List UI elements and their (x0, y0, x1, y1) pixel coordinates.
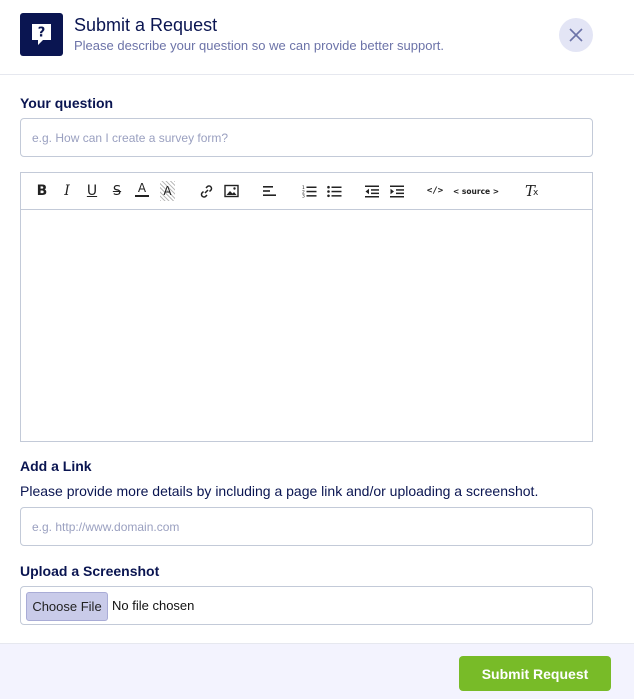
link-input[interactable] (20, 507, 593, 546)
strikethrough-icon: S (112, 183, 122, 199)
code-button[interactable]: </> (426, 181, 444, 201)
question-bubble-icon: ? (20, 13, 63, 56)
link-hint: Please provide more details by including… (20, 483, 539, 499)
italic-icon: I (64, 183, 70, 199)
indent-button[interactable] (389, 181, 405, 201)
modal-title: Submit a Request (74, 15, 218, 35)
unordered-list-icon (326, 185, 341, 197)
link-label: Add a Link (20, 458, 92, 474)
rich-text-editor: B I U S A A 1 2 3 </> < source > T x (20, 172, 593, 442)
bold-icon: B (36, 183, 48, 199)
highlight-button[interactable]: A (160, 181, 175, 201)
underline-button[interactable]: U (84, 181, 100, 201)
italic-button[interactable]: I (60, 181, 74, 201)
font-color-icon: A (137, 181, 147, 195)
unordered-list-button[interactable] (326, 181, 342, 201)
strikethrough-button[interactable]: S (110, 181, 124, 201)
clear-format-icon: Tx (524, 182, 539, 200)
svg-text:?: ? (38, 26, 46, 41)
modal-header: ? Submit a Request Please describe your … (0, 0, 634, 75)
bold-button[interactable]: B (35, 181, 49, 201)
modal-subtitle: Please describe your question so we can … (74, 38, 444, 53)
question-label: Your question (20, 95, 114, 111)
close-icon (569, 28, 583, 42)
outdent-icon (364, 185, 379, 197)
question-input[interactable] (20, 118, 593, 157)
file-upload-field: Choose File No file chosen (20, 586, 593, 625)
image-icon (223, 184, 239, 198)
source-icon: < source > (453, 186, 499, 196)
align-button[interactable] (262, 181, 278, 201)
ordered-list-button[interactable]: 1 2 3 (301, 181, 317, 201)
align-left-icon (263, 186, 276, 196)
highlight-icon: A (163, 184, 172, 198)
editor-toolbar: B I U S A A 1 2 3 </> < source > T x (21, 173, 592, 210)
file-status: No file chosen (112, 598, 195, 613)
code-icon: </> (426, 186, 444, 196)
outdent-button[interactable] (364, 181, 380, 201)
svg-text:3: 3 (302, 193, 305, 197)
editor-content-area[interactable] (21, 211, 592, 441)
close-button[interactable] (559, 18, 593, 52)
link-icon (200, 184, 212, 198)
image-button[interactable] (223, 181, 239, 201)
clear-format-button[interactable]: Tx (521, 181, 539, 201)
screenshot-label: Upload a Screenshot (20, 563, 160, 579)
modal-footer: Submit Request (0, 643, 634, 699)
link-button[interactable] (198, 181, 214, 201)
source-button[interactable]: < source > (453, 181, 499, 201)
font-color-button[interactable]: A (135, 181, 149, 197)
underline-icon: U (86, 183, 98, 199)
indent-icon (389, 185, 404, 197)
submit-request-button[interactable]: Submit Request (459, 656, 611, 691)
choose-file-button[interactable]: Choose File (26, 592, 108, 621)
ordered-list-icon: 1 2 3 (302, 185, 316, 198)
